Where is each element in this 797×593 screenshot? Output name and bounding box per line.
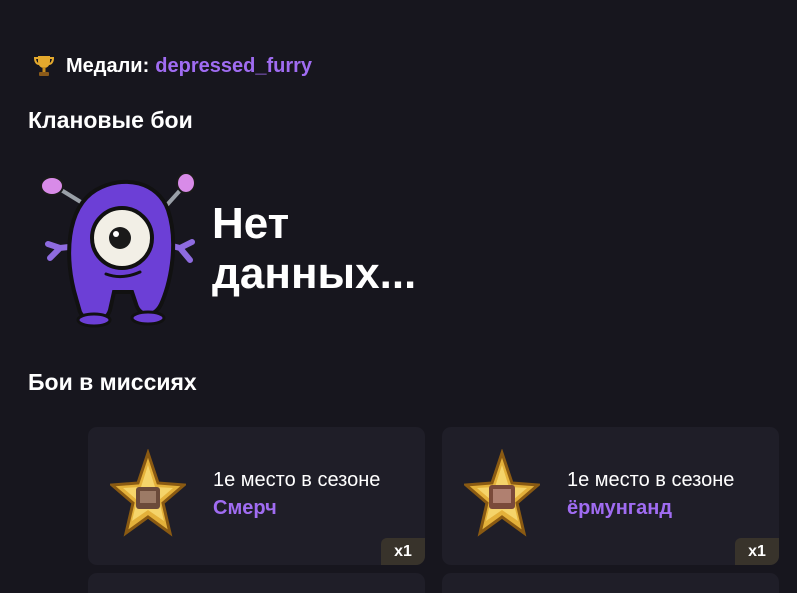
gold-star-medal-icon — [464, 449, 540, 537]
no-data-line-1: Нет — [212, 199, 290, 248]
medal-count-badge: x1 — [735, 538, 779, 565]
medal-mission-name[interactable]: ёрмунганд — [567, 497, 672, 520]
no-data-text: Нет данных... — [212, 199, 472, 299]
medals-label: Медали: — [66, 54, 150, 77]
trophy-icon — [34, 56, 54, 76]
medal-mission-name[interactable]: Смерч — [213, 497, 277, 520]
clan-battles-empty-state: Нет данных... — [36, 168, 472, 330]
medal-card[interactable]: 1е место в сезоне Смерч x1 — [88, 427, 425, 565]
mission-battles-title: Бои в миссиях — [28, 369, 197, 395]
gold-star-medal-icon — [110, 449, 186, 537]
no-data-line-2: данных... — [212, 249, 417, 298]
medal-card[interactable]: 1е место в сезоне ёрмунганд x1 — [442, 427, 779, 565]
medal-card-partial — [442, 573, 779, 593]
purple-monster-illustration — [40, 172, 196, 328]
medal-card-partial — [88, 573, 425, 593]
clan-battles-title: Клановые бои — [28, 107, 193, 133]
medal-place: 1е место в сезоне — [567, 469, 735, 491]
username-link[interactable]: depressed_furry — [155, 55, 312, 78]
medal-place: 1е место в сезоне — [213, 469, 381, 491]
medal-count-badge: x1 — [381, 538, 425, 565]
medals-header: Медали: depressed_furry — [34, 54, 312, 78]
